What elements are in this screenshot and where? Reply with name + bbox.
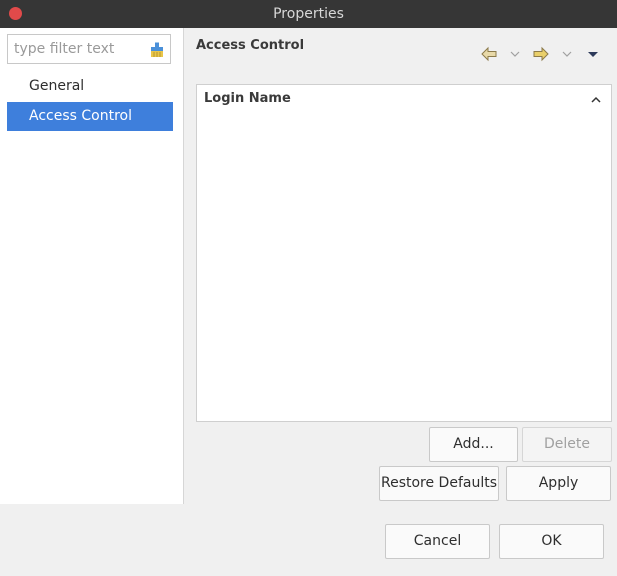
forward-history-chevron-icon[interactable] [557,44,577,64]
forward-arrow-icon[interactable] [531,44,551,64]
back-history-chevron-icon[interactable] [505,44,525,64]
ok-button[interactable]: OK [499,524,604,559]
title-bar: Properties [0,0,617,28]
login-table[interactable]: Login Name [196,84,612,422]
clear-filter-icon[interactable] [149,42,165,58]
column-header-login-name[interactable]: Login Name [204,91,291,106]
window-title: Properties [273,6,344,22]
add-button[interactable]: Add... [429,427,518,462]
cancel-button[interactable]: Cancel [385,524,490,559]
table-header[interactable]: Login Name [197,85,611,115]
filter-field[interactable] [7,34,171,64]
nav-item-access-control[interactable]: Access Control [7,102,173,131]
navigation-pane: General Access Control [0,28,184,504]
content-pane: Access Control Login Name Add... Delete … [184,28,617,504]
back-arrow-icon[interactable] [479,44,499,64]
nav-item-general[interactable]: General [7,72,173,101]
restore-defaults-button[interactable]: Restore Defaults [379,466,499,501]
delete-button[interactable]: Delete [522,427,612,462]
apply-button[interactable]: Apply [506,466,611,501]
page-title: Access Control [196,38,305,53]
sort-ascending-icon[interactable] [589,93,603,107]
view-menu-icon[interactable] [583,44,603,64]
filter-input[interactable] [14,40,140,58]
